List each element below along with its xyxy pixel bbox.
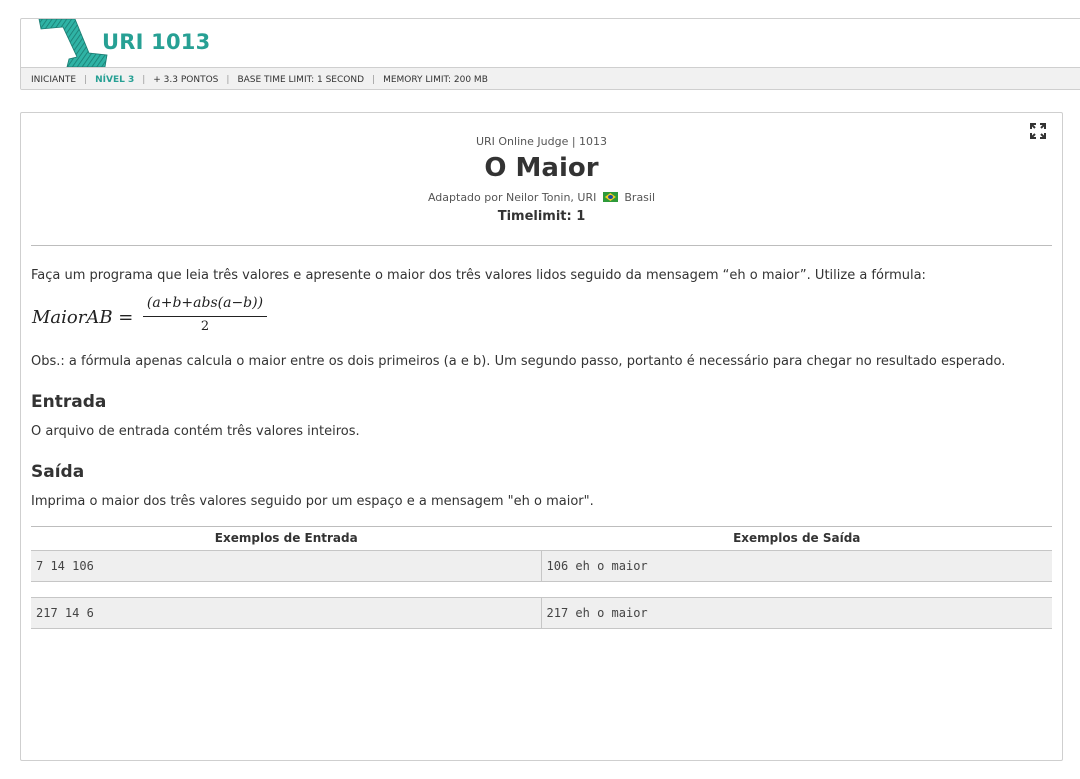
page-title: O Maior: [484, 153, 599, 183]
points-label: + 3.3 PONTOS: [153, 74, 219, 85]
problem-observation: Obs.: a fórmula apenas calcula o maior e…: [31, 354, 1006, 369]
input-section-text: O arquivo de entrada contém três valores…: [31, 424, 360, 439]
meta-separator: |: [226, 74, 230, 85]
problem-author: Adaptado por Neilor Tonin, URI Brasil: [31, 191, 1052, 204]
base-time-limit-label: BASE TIME LIMIT: 1 SECOND: [237, 74, 365, 85]
formula-numerator: (a+b+abs(a−b)): [146, 295, 264, 311]
meta-separator: |: [84, 74, 88, 85]
memory-limit-label: MEMORY LIMIT: 200 MB: [383, 74, 488, 85]
author-country: Brasil: [624, 191, 656, 204]
input-section-title: Entrada: [31, 392, 107, 412]
meta-separator: |: [372, 74, 376, 85]
example-output-cell[interactable]: 217 eh o maior: [542, 598, 1053, 628]
formula-denominator: 2: [200, 319, 210, 334]
divider: [31, 245, 1052, 246]
problem-code: URI 1013: [102, 30, 211, 54]
examples-input-header: Exemplos de Entrada: [214, 531, 358, 545]
author-text: Adaptado por Neilor Tonin, URI: [427, 191, 597, 204]
example-input-cell[interactable]: 217 14 6: [31, 598, 542, 628]
fraction-bar: [143, 316, 267, 317]
category-label: INICIANTE: [31, 74, 77, 85]
level-label: NÍVEL 3: [95, 74, 135, 85]
problem-description: Faça um programa que leia três valores e…: [31, 268, 926, 283]
examples-table: Exemplos de Entrada Exemplos de Saída 7 …: [31, 526, 1052, 629]
meta-separator: |: [142, 74, 146, 85]
table-row: 217 14 6 217 eh o maior: [31, 597, 1052, 629]
examples-output-header: Exemplos de Saída: [733, 531, 861, 545]
row-gap: [31, 582, 1052, 597]
table-row: 7 14 106 106 eh o maior: [31, 550, 1052, 582]
brazil-flag-icon: [602, 192, 618, 202]
example-input-cell[interactable]: 7 14 106: [31, 551, 542, 581]
example-output-cell[interactable]: 106 eh o maior: [542, 551, 1053, 581]
timelimit-label: Timelimit: 1: [497, 209, 586, 224]
problem-source: URI Online Judge | 1013: [475, 135, 608, 148]
output-section-text: Imprima o maior dos três valores seguido…: [31, 494, 594, 509]
problem-meta-bar: INICIANTE | NÍVEL 3 | + 3.3 PONTOS | BAS…: [21, 67, 1080, 89]
formula-fraction: (a+b+abs(a−b)) 2: [143, 295, 267, 334]
header-top: URI 1013: [21, 19, 1080, 67]
examples-header-row: Exemplos de Entrada Exemplos de Saída: [31, 527, 1052, 550]
problem-header-card: URI 1013 INICIANTE | NÍVEL 3 | + 3.3 PON…: [20, 18, 1080, 90]
formula-lhs: MaiorAB =: [32, 307, 134, 328]
level-number-icon: [38, 19, 108, 67]
output-section-title: Saída: [31, 462, 85, 482]
problem-statement-card: URI Online Judge | 1013 O Maior Adaptado…: [20, 112, 1063, 761]
